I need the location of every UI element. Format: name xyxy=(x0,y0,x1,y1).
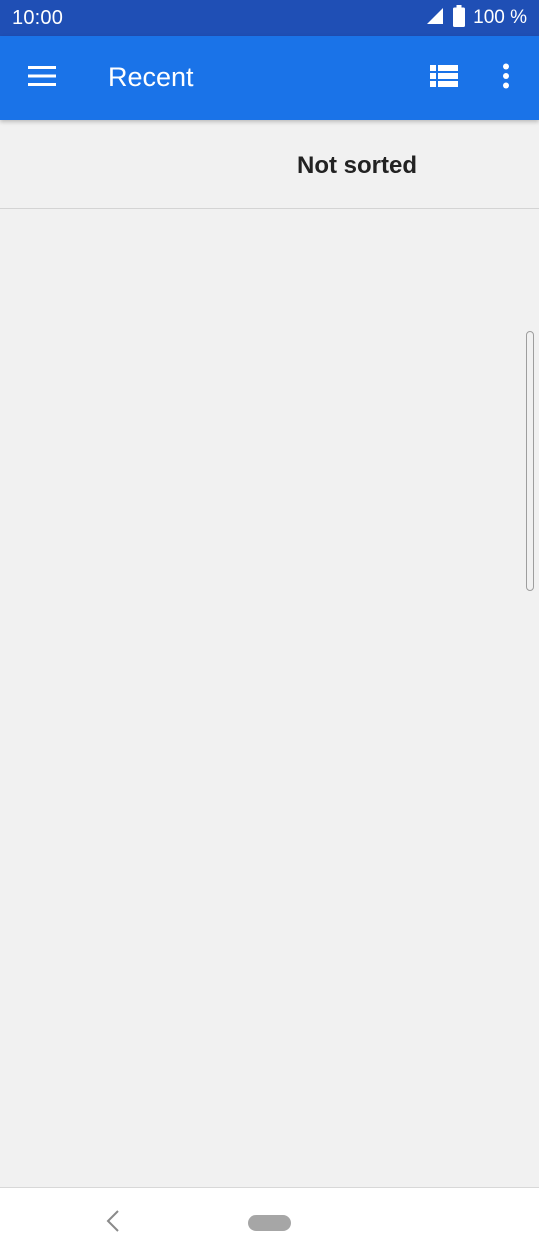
status-time: 10:00 xyxy=(12,6,64,29)
list-view-icon xyxy=(430,64,458,92)
battery-icon xyxy=(453,4,466,32)
navigation-bar xyxy=(0,1187,539,1258)
recent-files-list[interactable] xyxy=(0,209,539,1187)
home-pill-icon[interactable] xyxy=(248,1215,291,1231)
more-options-button[interactable] xyxy=(478,50,534,106)
sort-bar: Not sorted xyxy=(0,120,539,209)
sort-order-button[interactable]: Not sorted xyxy=(297,152,417,180)
menu-button[interactable] xyxy=(14,50,70,106)
back-button[interactable] xyxy=(96,1206,130,1240)
screen: 10:00 100 % Recent Not sorted xyxy=(0,0,539,1258)
battery-percent: 100 % xyxy=(473,7,527,28)
status-indicators: 100 % xyxy=(425,4,527,32)
scrollbar[interactable] xyxy=(526,331,534,591)
signal-icon xyxy=(425,6,445,31)
back-icon xyxy=(105,1209,121,1238)
menu-icon xyxy=(28,65,56,91)
app-title: Recent xyxy=(108,62,194,92)
list-view-button[interactable] xyxy=(416,50,472,106)
status-bar: 10:00 100 % xyxy=(0,0,539,36)
more-vert-icon xyxy=(502,63,510,94)
app-bar: Recent xyxy=(0,36,539,120)
